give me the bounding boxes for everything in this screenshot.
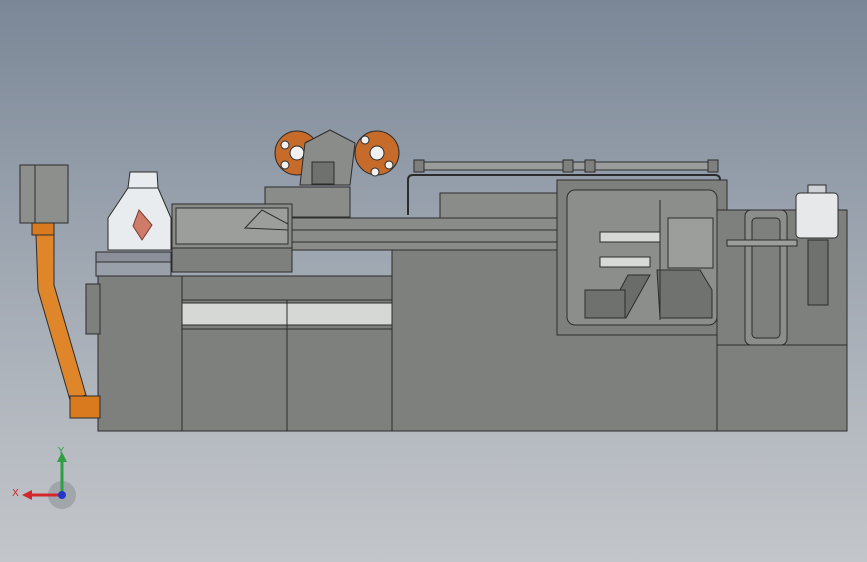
axis-triad: Y X [12, 446, 76, 509]
cad-viewport[interactable]: Y X [0, 0, 867, 562]
left-module[interactable] [95, 251, 172, 277]
machine-model[interactable] [0, 0, 867, 562]
z-axis-dot [58, 491, 66, 499]
y-label: Y [57, 446, 65, 457]
reel-assembly[interactable] [274, 129, 400, 186]
right-frame[interactable] [716, 184, 848, 346]
x-arrow-icon [22, 490, 32, 500]
x-label: X [12, 488, 19, 499]
hopper[interactable] [107, 171, 172, 251]
gear-enclosure[interactable] [556, 179, 728, 336]
